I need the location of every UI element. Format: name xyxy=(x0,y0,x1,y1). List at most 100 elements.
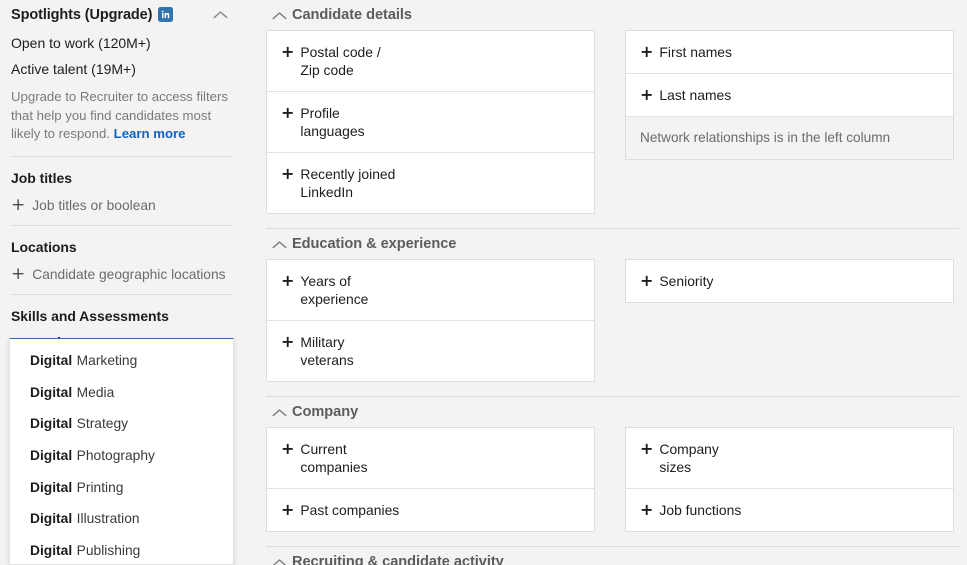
typeahead-match: Digital xyxy=(30,479,73,495)
filter-row-label: Postal code / Zip code xyxy=(300,44,381,78)
filter-card-stack: + Seniority xyxy=(625,259,954,303)
plus-icon: + xyxy=(281,42,295,61)
filters-page: Spotlights (Upgrade) Open to work (120M+… xyxy=(0,0,967,565)
filter-row-past-companies[interactable]: + Past companies xyxy=(267,489,594,531)
filter-card-stack: + Current companies + Past companies xyxy=(266,427,595,532)
right-column: + First names + Last names Network relat… xyxy=(625,30,954,214)
skills-typeahead-dropdown[interactable]: Digital Marketing Digital Media Digital … xyxy=(9,338,234,565)
filter-row-label: First names xyxy=(659,44,732,60)
filter-heading-job-titles: Job titles xyxy=(11,169,72,186)
add-locations-row[interactable]: + Candidate geographic locations xyxy=(11,264,232,284)
plus-icon: + xyxy=(640,500,654,519)
filter-group-locations: Locations + Candidate geographic locatio… xyxy=(11,226,232,284)
typeahead-option[interactable]: Digital Photography xyxy=(10,440,233,472)
learn-more-link[interactable]: Learn more xyxy=(114,126,186,141)
spotlights-title: Spotlights (Upgrade) xyxy=(11,6,153,23)
filters-main-panel: Candidate details + Postal code / Zip co… xyxy=(243,0,967,565)
plus-icon: + xyxy=(640,42,654,61)
filter-row-label: Profile languages xyxy=(300,105,365,139)
plus-icon: + xyxy=(281,439,295,458)
section-title: Company xyxy=(292,404,359,420)
filter-row-years-of-experience[interactable]: + Years of experience xyxy=(267,260,594,321)
section-title: Candidate details xyxy=(292,7,412,23)
filter-row-last-names[interactable]: + Last names xyxy=(626,74,953,117)
add-job-titles-row[interactable]: + Job titles or boolean xyxy=(11,195,232,215)
left-column: + Postal code / Zip code + Profile langu… xyxy=(266,30,595,214)
plus-icon: + xyxy=(640,439,654,458)
typeahead-match: Digital xyxy=(30,353,73,369)
typeahead-option[interactable]: Digital Printing xyxy=(10,471,233,503)
plus-icon: + xyxy=(640,85,654,104)
typeahead-rest: Marketing xyxy=(76,353,138,369)
chevron-up-icon[interactable] xyxy=(272,240,289,249)
filter-row-profile-languages[interactable]: + Profile languages xyxy=(267,92,594,153)
typeahead-rest: Strategy xyxy=(76,416,129,432)
typeahead-match: Digital xyxy=(30,448,73,464)
filter-card-stack: + Postal code / Zip code + Profile langu… xyxy=(266,30,595,214)
typeahead-rest: Media xyxy=(76,384,115,400)
plus-icon: + xyxy=(11,264,26,284)
typeahead-match: Digital xyxy=(30,511,73,527)
filters-sidebar: Spotlights (Upgrade) Open to work (120M+… xyxy=(0,0,243,565)
filter-card-stack: + Years of experience + Military veteran… xyxy=(266,259,595,382)
add-job-titles-label: Job titles or boolean xyxy=(32,197,156,213)
typeahead-rest: Illustration xyxy=(76,511,140,527)
filter-row-label: Company sizes xyxy=(659,441,719,475)
add-locations-label: Candidate geographic locations xyxy=(32,266,226,282)
filter-row-label: Job functions xyxy=(659,502,742,518)
filter-row-company-sizes[interactable]: + Company sizes xyxy=(626,428,953,489)
section-title: Education & experience xyxy=(292,236,457,252)
section-columns: + Postal code / Zip code + Profile langu… xyxy=(263,30,962,214)
right-column: + Seniority xyxy=(625,259,954,382)
linkedin-badge-icon xyxy=(158,7,174,22)
filter-card-stack: + First names + Last names Network relat… xyxy=(625,30,954,160)
spotlight-open-to-work[interactable]: Open to work (120M+) xyxy=(11,24,232,53)
filter-row-seniority[interactable]: + Seniority xyxy=(626,260,953,302)
filter-row-military-veterans[interactable]: + Military veterans xyxy=(267,321,594,381)
spotlight-active-talent[interactable]: Active talent (19M+) xyxy=(11,53,232,79)
section-columns: + Years of experience + Military veteran… xyxy=(263,259,962,382)
typeahead-match: Digital xyxy=(30,542,73,558)
typeahead-option[interactable]: Digital Illustration xyxy=(10,503,233,535)
filter-row-label: Past companies xyxy=(300,502,400,518)
typeahead-option[interactable]: Digital Strategy xyxy=(10,408,233,440)
section-education-experience: Education & experience + Years of experi… xyxy=(263,229,962,382)
chevron-up-icon[interactable] xyxy=(272,11,289,20)
filter-row-label: Years of experience xyxy=(300,273,369,307)
chevron-up-icon[interactable] xyxy=(272,558,289,565)
left-column: + Current companies + Past companies xyxy=(266,427,595,532)
typeahead-match: Digital xyxy=(30,384,73,400)
filter-card-stack: + Company sizes + Job functions xyxy=(625,427,954,532)
filter-row-postal-code[interactable]: + Postal code / Zip code xyxy=(267,31,594,92)
section-header-education-experience[interactable]: Education & experience xyxy=(263,229,962,259)
typeahead-option[interactable]: Digital Media xyxy=(10,377,233,409)
filter-row-label: Military veterans xyxy=(300,334,354,368)
filter-row-current-companies[interactable]: + Current companies xyxy=(267,428,594,489)
section-header-company[interactable]: Company xyxy=(263,397,962,427)
chevron-up-icon[interactable] xyxy=(208,5,232,25)
typeahead-option[interactable]: Digital Marketing xyxy=(10,345,233,377)
section-columns: + Current companies + Past companies + C… xyxy=(263,427,962,532)
plus-icon: + xyxy=(640,271,654,290)
plus-icon: + xyxy=(11,195,26,215)
chevron-up-icon[interactable] xyxy=(272,408,289,417)
left-column: + Years of experience + Military veteran… xyxy=(266,259,595,382)
network-relationships-text: Network relationships is in the left col… xyxy=(640,130,891,145)
network-relationships-note: Network relationships is in the left col… xyxy=(626,117,953,159)
section-recruiting-candidate-activity: Recruiting & candidate activity xyxy=(263,547,962,565)
typeahead-match: Digital xyxy=(30,416,73,432)
filter-heading-locations: Locations xyxy=(11,238,77,255)
filter-row-recently-joined[interactable]: + Recently joined LinkedIn xyxy=(267,153,594,213)
section-header-candidate-details[interactable]: Candidate details xyxy=(263,0,962,30)
filter-row-job-functions[interactable]: + Job functions xyxy=(626,489,953,531)
typeahead-rest: Publishing xyxy=(76,542,141,558)
section-company: Company + Current companies + Past compa… xyxy=(263,397,962,532)
upgrade-note: Upgrade to Recruiter to access filters t… xyxy=(11,88,232,144)
filter-row-label: Last names xyxy=(659,87,732,103)
spotlights-header[interactable]: Spotlights (Upgrade) xyxy=(11,0,232,24)
filter-heading-skills: Skills and Assessments xyxy=(11,307,169,324)
typeahead-option[interactable]: Digital Publishing xyxy=(10,535,233,564)
section-header-recruiting-candidate-activity[interactable]: Recruiting & candidate activity xyxy=(263,547,962,565)
plus-icon: + xyxy=(281,500,295,519)
filter-row-first-names[interactable]: + First names xyxy=(626,31,953,74)
